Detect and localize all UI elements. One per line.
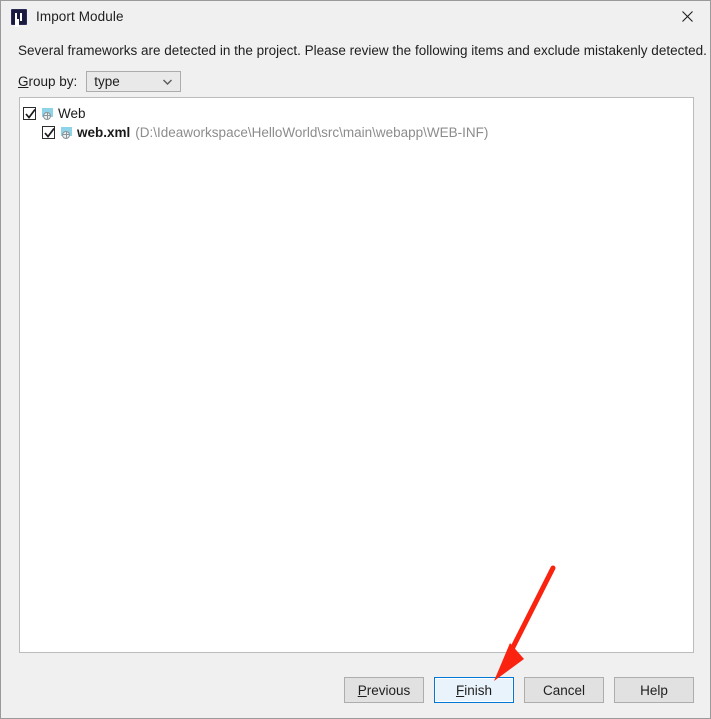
frameworks-list-panel[interactable]: Web web.xml (D:\Ideaworkspace\HelloWorld… (19, 97, 694, 653)
close-icon (681, 10, 693, 22)
window-title: Import Module (36, 9, 124, 24)
previous-label-rest: revious (366, 682, 411, 698)
finish-button[interactable]: Finish (434, 677, 514, 703)
titlebar: Import Module (1, 1, 710, 32)
close-button[interactable] (664, 1, 710, 31)
group-by-label: Group by: (18, 74, 77, 89)
tree-row[interactable]: web.xml (D:\Ideaworkspace\HelloWorld\src… (20, 123, 693, 142)
tree-node-label: Web (58, 106, 86, 121)
previous-mnemonic: P (357, 682, 367, 698)
dialog-button-bar: Previous Finish Cancel Help (1, 662, 710, 718)
group-by-selected-value: type (94, 74, 120, 89)
previous-button[interactable]: Previous (344, 677, 424, 703)
web-xml-icon (60, 126, 74, 140)
tree-node-path: (D:\Ideaworkspace\HelloWorld\src\main\we… (135, 125, 489, 140)
cancel-button[interactable]: Cancel (524, 677, 604, 703)
checkmark-icon (25, 109, 36, 119)
checkmark-icon (44, 128, 55, 138)
chevron-down-icon (163, 79, 173, 85)
web-xml-checkbox[interactable] (42, 126, 55, 139)
help-button[interactable]: Help (614, 677, 694, 703)
group-by-row: Group by: type (18, 71, 710, 92)
group-by-label-rest: roup by: (28, 74, 78, 89)
finish-label-rest: inish (464, 682, 492, 698)
group-by-combobox[interactable]: type (86, 71, 182, 92)
finish-mnemonic: F (455, 682, 465, 698)
tree-row[interactable]: Web (20, 104, 693, 123)
web-checkbox[interactable] (23, 107, 36, 120)
group-by-mnemonic: G (18, 74, 29, 89)
web-framework-icon (41, 107, 55, 121)
tree-node-label: web.xml (77, 125, 131, 140)
dialog-description: Several frameworks are detected in the p… (18, 43, 707, 58)
import-module-dialog: Import Module Several frameworks are det… (0, 0, 711, 719)
intellij-idea-icon (11, 8, 27, 25)
